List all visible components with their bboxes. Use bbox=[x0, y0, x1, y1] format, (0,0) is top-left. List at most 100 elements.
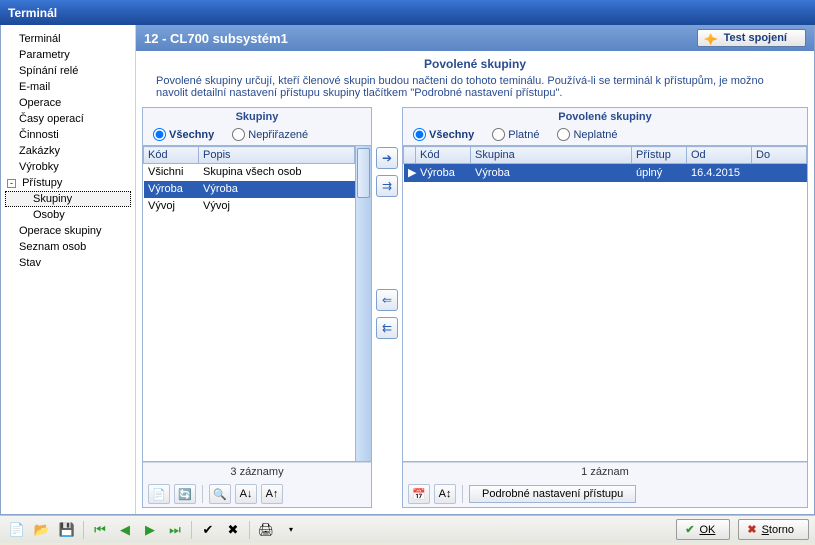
radio-all[interactable] bbox=[413, 128, 426, 141]
cell-access: úplný bbox=[632, 164, 687, 182]
cell-code: Vývoj bbox=[144, 198, 199, 215]
last-icon[interactable]: ⏭ bbox=[164, 520, 186, 540]
window-title: Terminál bbox=[8, 6, 57, 20]
window-titlebar: Terminál bbox=[0, 0, 815, 25]
separator bbox=[249, 521, 250, 539]
content-area: 12 - CL700 subsystém1 Test spojení Povol… bbox=[136, 25, 814, 514]
save-icon[interactable]: 💾 bbox=[56, 520, 78, 540]
sidebar-item-spinani[interactable]: Spínání relé bbox=[5, 63, 131, 79]
sidebar-item-operace-skupiny[interactable]: Operace skupiny bbox=[5, 223, 131, 239]
find-icon[interactable]: 🔍 bbox=[209, 484, 231, 504]
move-left-button[interactable]: ⇐ bbox=[376, 289, 398, 311]
sidebar-item-vyrobky[interactable]: Výrobky bbox=[5, 159, 131, 175]
refresh-icon[interactable]: 🔄 bbox=[174, 484, 196, 504]
section-description: Povolené skupiny určují, kteří členové s… bbox=[136, 73, 814, 107]
col-code[interactable]: Kód bbox=[144, 147, 199, 164]
radio-label: Všechny bbox=[429, 129, 474, 141]
groups-filter-unassigned[interactable]: Nepřiřazené bbox=[232, 128, 308, 141]
transfer-buttons: ➔ ⇉ ⇐ ⇇ bbox=[372, 107, 402, 508]
sidebar-item-skupiny[interactable]: Skupiny bbox=[5, 191, 131, 207]
col-to[interactable]: Do bbox=[752, 147, 807, 164]
table-row[interactable]: Vývoj Vývoj bbox=[144, 198, 355, 215]
move-right-button[interactable]: ➔ bbox=[376, 147, 398, 169]
accept-icon[interactable]: ✔ bbox=[197, 520, 219, 540]
sort-desc-icon[interactable]: A↑ bbox=[261, 484, 283, 504]
sidebar-item-pristupy[interactable]: - Přístupy bbox=[5, 175, 131, 191]
move-all-right-button[interactable]: ⇉ bbox=[376, 175, 398, 197]
groups-grid[interactable]: Kód Popis Všichni Skupina všech osob Výr… bbox=[143, 145, 371, 462]
ok-button[interactable]: ✔ OK bbox=[676, 519, 730, 540]
cancel-edit-icon[interactable]: ✖ bbox=[222, 520, 244, 540]
calendar-icon[interactable]: 📅 bbox=[408, 484, 430, 504]
cell-desc: Vývoj bbox=[199, 198, 355, 215]
col-desc[interactable]: Popis bbox=[199, 147, 355, 164]
sidebar-item-cinnosti[interactable]: Činnosti bbox=[5, 127, 131, 143]
first-icon[interactable]: ⏮ bbox=[89, 520, 111, 540]
cell-code: Výroba bbox=[416, 164, 471, 182]
allowed-grid[interactable]: Kód Skupina Přístup Od Do ▶ Výroba bbox=[403, 145, 807, 462]
row-marker-icon: ▶ bbox=[404, 164, 416, 182]
groups-scrollbar[interactable] bbox=[355, 146, 371, 461]
col-access[interactable]: Přístup bbox=[632, 147, 687, 164]
groups-panel-title: Skupiny bbox=[143, 108, 371, 126]
sidebar-item-stav[interactable]: Stav bbox=[5, 255, 131, 271]
bottom-toolbar-right: ✔ OK ✖ Storno bbox=[676, 519, 809, 540]
scrollbar-thumb[interactable] bbox=[357, 148, 370, 198]
bottom-toolbar: 📄 📂 💾 ⏮ ◀ ▶ ⏭ ✔ ✖ 🖨 ▾ ✔ OK ✖ Storno bbox=[0, 515, 815, 543]
table-row[interactable]: ▶ Výroba Výroba úplný 16.4.2015 bbox=[404, 164, 807, 182]
allowed-panel-title: Povolené skupiny bbox=[403, 108, 807, 126]
radio-unassigned[interactable] bbox=[232, 128, 245, 141]
groups-status: 3 záznamy bbox=[143, 462, 371, 481]
next-icon[interactable]: ▶ bbox=[139, 520, 161, 540]
ok-label: OK bbox=[699, 524, 715, 536]
separator bbox=[462, 485, 463, 503]
print-icon[interactable]: 🖨 bbox=[255, 520, 277, 540]
check-icon: ✔ bbox=[685, 523, 694, 536]
open-icon[interactable]: 📂 bbox=[31, 520, 53, 540]
sidebar-item-zakazky[interactable]: Zakázky bbox=[5, 143, 131, 159]
sidebar-item-osoby[interactable]: Osoby bbox=[5, 207, 131, 223]
test-connection-button[interactable]: Test spojení bbox=[697, 29, 806, 47]
allowed-filter-invalid[interactable]: Neplatné bbox=[557, 128, 617, 141]
sidebar-item-terminal[interactable]: Terminál bbox=[5, 31, 131, 47]
groups-filter-all[interactable]: Všechny bbox=[153, 128, 214, 141]
sidebar-item-operace[interactable]: Operace bbox=[5, 95, 131, 111]
table-row[interactable]: Všichni Skupina všech osob bbox=[144, 164, 355, 181]
radio-invalid[interactable] bbox=[557, 128, 570, 141]
detail-settings-button[interactable]: Podrobné nastavení přístupu bbox=[469, 485, 636, 503]
cell-group: Výroba bbox=[471, 164, 632, 182]
radio-label: Neplatné bbox=[573, 129, 617, 141]
col-group[interactable]: Skupina bbox=[471, 147, 632, 164]
col-from[interactable]: Od bbox=[687, 147, 752, 164]
storno-button[interactable]: ✖ Storno bbox=[738, 519, 809, 540]
tree-collapse-icon[interactable]: - bbox=[7, 179, 16, 188]
breadcrumb: 12 - CL700 subsystém1 bbox=[144, 31, 288, 46]
sidebar-item-casy[interactable]: Časy operací bbox=[5, 111, 131, 127]
groups-toolbar: 📄 🔄 🔍 A↓ A↑ bbox=[143, 481, 371, 507]
sort-asc-icon[interactable]: A↓ bbox=[235, 484, 257, 504]
cell-to bbox=[752, 164, 807, 182]
new-file-icon[interactable]: 📄 bbox=[6, 520, 28, 540]
allowed-filter-all[interactable]: Všechny bbox=[413, 128, 474, 141]
sidebar-item-seznam-osob[interactable]: Seznam osob bbox=[5, 239, 131, 255]
allowed-filter-valid[interactable]: Platné bbox=[492, 128, 539, 141]
sidebar-item-email[interactable]: E-mail bbox=[5, 79, 131, 95]
sidebar-item-parametry[interactable]: Parametry bbox=[5, 47, 131, 63]
table-row[interactable]: Výroba Výroba bbox=[144, 181, 355, 198]
radio-label: Všechny bbox=[169, 129, 214, 141]
allowed-toolbar: 📅 A↕ Podrobné nastavení přístupu bbox=[403, 481, 807, 507]
radio-all[interactable] bbox=[153, 128, 166, 141]
section-title: Povolené skupiny bbox=[136, 51, 814, 73]
move-all-left-button[interactable]: ⇇ bbox=[376, 317, 398, 339]
bottom-toolbar-left: 📄 📂 💾 ⏮ ◀ ▶ ⏭ ✔ ✖ 🖨 ▾ bbox=[6, 520, 302, 540]
content-header: 12 - CL700 subsystém1 Test spojení bbox=[136, 25, 814, 51]
sort-icon[interactable]: A↕ bbox=[434, 484, 456, 504]
groups-panel: Skupiny Všechny Nepřiřazené bbox=[142, 107, 372, 508]
radio-valid[interactable] bbox=[492, 128, 505, 141]
cell-desc: Skupina všech osob bbox=[199, 164, 355, 181]
new-icon[interactable]: 📄 bbox=[148, 484, 170, 504]
prev-icon[interactable]: ◀ bbox=[114, 520, 136, 540]
sidebar-tree: Terminál Parametry Spínání relé E-mail O… bbox=[1, 25, 136, 514]
print-dropdown-icon[interactable]: ▾ bbox=[280, 520, 302, 540]
col-code[interactable]: Kód bbox=[416, 147, 471, 164]
